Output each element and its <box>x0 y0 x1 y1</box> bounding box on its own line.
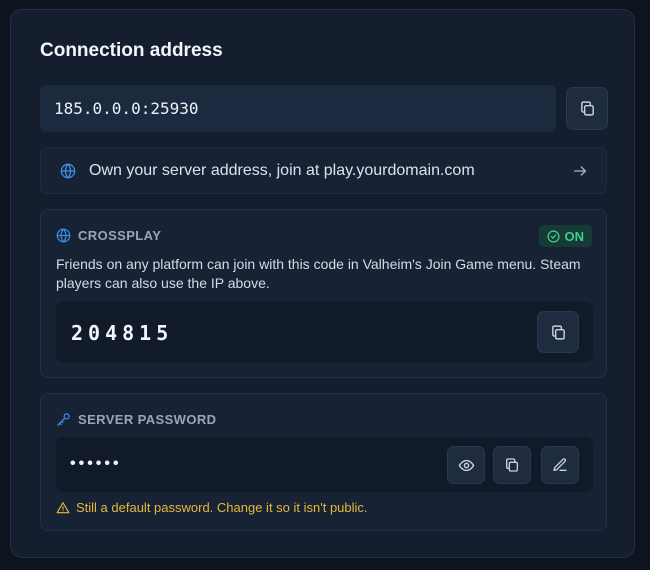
password-warning-text: Still a default password. Change it so i… <box>76 500 368 515</box>
panel-title: Connection address <box>40 40 223 61</box>
password-warning: Still a default password. Change it so i… <box>56 500 368 515</box>
crossplay-card: CROSSPLAY ON Friends on any platform can… <box>40 209 607 378</box>
arrow-right-icon <box>572 163 588 179</box>
crossplay-code-box: 204815 <box>56 302 593 362</box>
check-circle-icon <box>546 229 560 243</box>
password-masked-value: •••••• <box>70 455 122 472</box>
edit-icon <box>552 457 568 473</box>
password-header: SERVER PASSWORD <box>56 412 216 427</box>
connection-panel: Connection address 185.0.0.0:25930 Own y… <box>10 9 635 558</box>
password-heading: SERVER PASSWORD <box>78 412 217 427</box>
crossplay-header: CROSSPLAY <box>56 228 161 243</box>
copy-icon <box>504 457 520 473</box>
key-icon <box>56 412 71 427</box>
globe-icon <box>60 163 76 179</box>
copy-code-button[interactable] <box>537 311 579 353</box>
server-password-card: SERVER PASSWORD •••••• Still a default p… <box>40 393 607 531</box>
warning-icon <box>56 501 70 515</box>
password-field[interactable]: •••••• <box>56 437 593 492</box>
crossplay-status-badge: ON <box>538 225 592 247</box>
show-password-button[interactable] <box>447 446 485 484</box>
address-value: 185.0.0.0:25930 <box>54 99 199 118</box>
globe-icon <box>56 228 71 243</box>
eye-icon <box>458 457 475 474</box>
crossplay-code: 204815 <box>71 321 174 345</box>
address-field[interactable]: 185.0.0.0:25930 <box>40 85 556 132</box>
copy-address-button[interactable] <box>566 87 608 130</box>
crossplay-status-text: ON <box>564 228 585 244</box>
copy-icon <box>550 324 567 341</box>
copy-icon <box>579 100 596 117</box>
edit-password-button[interactable] <box>541 446 579 484</box>
custom-domain-text: Own your server address, join at play.yo… <box>89 162 475 179</box>
crossplay-heading: CROSSPLAY <box>78 228 162 243</box>
custom-domain-link[interactable]: Own your server address, join at play.yo… <box>40 147 607 194</box>
copy-password-button[interactable] <box>493 446 531 484</box>
crossplay-description: Friends on any platform can join with th… <box>56 256 581 291</box>
